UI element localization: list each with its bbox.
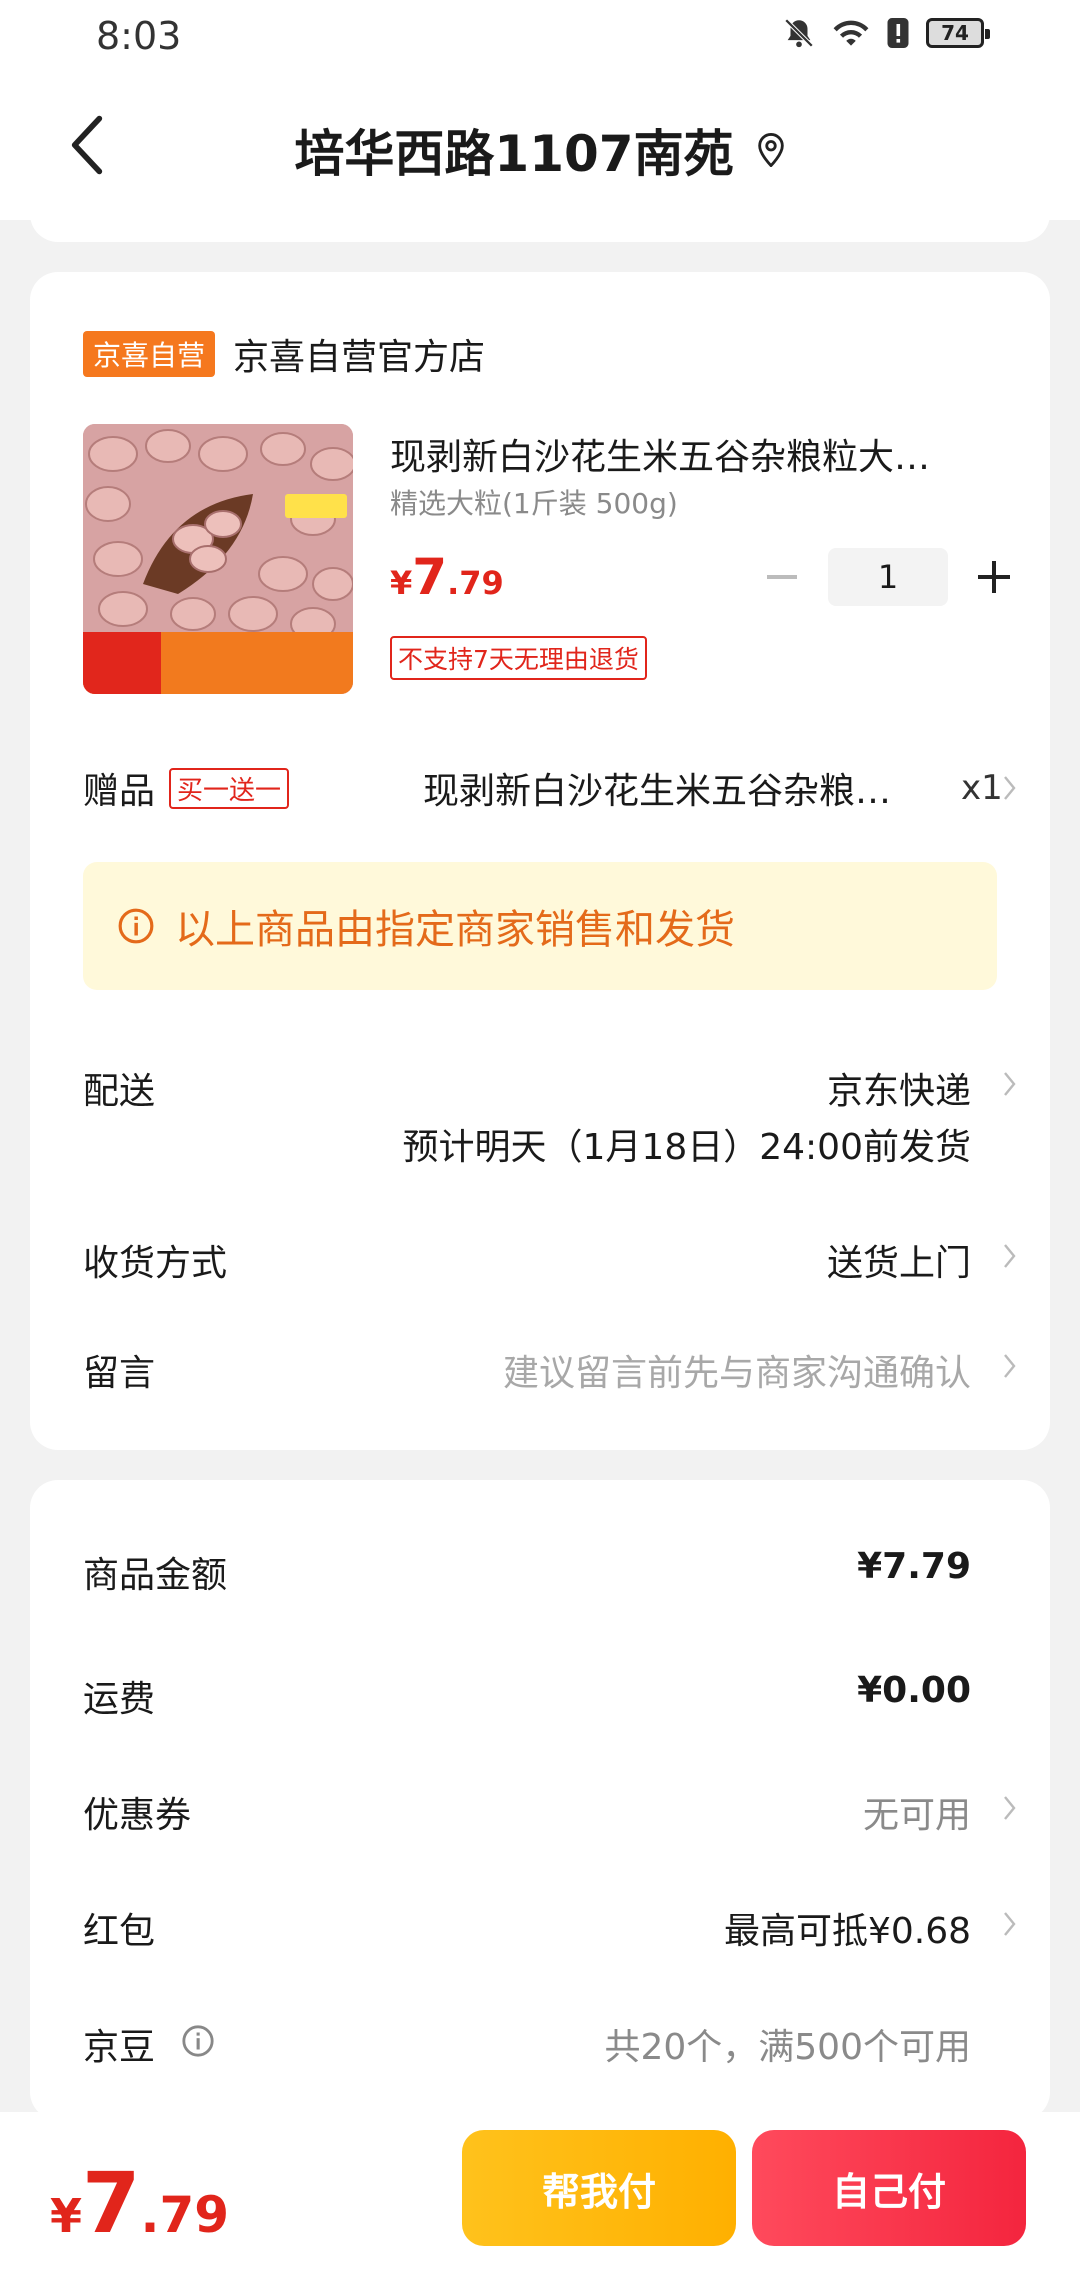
product-spec: 精选大粒(1斤装 500g) [390,487,678,520]
message-placeholder: 建议留言前先与商家沟通确认 [502,1353,971,1394]
status-icons: 74 [782,16,990,50]
price-decimal: .79 [447,564,504,602]
store-name: 京喜自营官方店 [233,337,486,378]
sim-alert-icon [886,16,910,50]
order-card: 京喜自营 京喜自营官方店 现剥新白沙花生米五谷杂粮粒大… 精选大粒(1斤装 50… [30,272,1050,1450]
shipping-row: 运费 ¥0.00 [83,1670,1023,1720]
page-title: 培华西路1107南苑 [294,125,734,183]
previous-card-edge [30,200,1050,242]
product-name[interactable]: 现剥新白沙花生米五谷杂粮粒大… [390,428,1010,480]
gift-tag: 买一送一 [169,767,290,809]
gift-row[interactable]: 赠品 买一送一 现剥新白沙花生米五谷杂粮… x1 [83,758,1023,818]
product-price: ¥ 7 .79 [390,548,504,606]
coupon-value: 无可用 [862,1795,971,1836]
help-me-pay-button[interactable]: 帮我付 [462,2130,736,2246]
product-image[interactable] [83,424,353,694]
red-packet-value: 最高可抵¥0.68 [723,1911,971,1952]
thumb-free-shipping-badge [83,632,161,694]
total-currency: ¥ [50,2189,83,2243]
checkout-bar: ¥ 7 .79 帮我付 自己付 [0,2112,1080,2280]
message-row[interactable]: 留言 建议留言前先与商家沟通确认 [83,1344,1023,1394]
store-badge: 京喜自营 [83,331,216,377]
header: 培华西路1107南苑 [0,74,1080,220]
gift-label: 赠品 [83,771,156,812]
coupon-label: 优惠券 [83,1795,192,1836]
total-integer: 7 [82,2154,141,2252]
price-currency: ¥ [390,564,413,602]
red-packet-row[interactable]: 红包 最高可抵¥0.68 [83,1902,1023,1952]
jingdou-label: 京豆 [83,2027,156,2068]
quantity-value[interactable]: 1 [828,548,948,606]
status-time: 8:03 [96,14,182,58]
status-bar: 8:03 74 [0,0,1080,74]
pay-myself-button[interactable]: 自己付 [752,2130,1026,2246]
notice-text: 以上商品由指定商家销售和发货 [175,907,735,953]
no-return-badge: 不支持7天无理由退货 [390,636,647,680]
chevron-right-icon [995,1236,1023,1276]
message-label: 留言 [83,1353,156,1394]
receive-label: 收货方式 [83,1243,228,1284]
receive-method-row[interactable]: 收货方式 送货上门 [83,1234,1023,1284]
merchant-notice: 以上商品由指定商家销售和发货 [83,862,997,990]
goods-amount-label: 商品金额 [83,1555,228,1596]
info-icon [118,908,154,944]
red-packet-label: 红包 [83,1911,156,1952]
goods-amount-row: 商品金额 ¥7.79 [83,1546,1023,1596]
jingdou-row: 京豆 共20个，满500个可用 [83,2018,1023,2068]
address-title[interactable]: 培华西路1107南苑 [0,114,1080,186]
plus-icon [978,561,1010,593]
shipping-value: ¥0.00 [857,1670,971,1711]
delivery-eta: 预计明天（1月18日）24:00前发货 [402,1127,971,1168]
mute-bell-icon [782,16,816,50]
buy-one-get-one-sticker [285,494,347,518]
quantity-stepper: 1 [754,548,1022,606]
goods-amount-value: ¥7.79 [857,1546,971,1587]
receive-value: 送货上门 [826,1243,971,1284]
chevron-right-icon [995,1788,1023,1828]
minus-icon [767,575,797,579]
battery-icon: 74 [926,18,990,48]
wifi-icon [832,16,870,50]
store-row[interactable]: 京喜自营 京喜自营官方店 [83,328,485,380]
delivery-value: 京东快递 [826,1071,971,1112]
delivery-row[interactable]: 配送 京东快递 预计明天（1月18日）24:00前发货 [83,1062,1023,1172]
summary-card: 商品金额 ¥7.79 运费 ¥0.00 优惠券 无可用 红包 最高可抵¥0.68… [30,1480,1050,2120]
price-integer: 7 [412,548,448,606]
total-price: ¥ 7 .79 [50,2154,229,2252]
decrease-button[interactable] [754,548,810,606]
jingdou-value: 共20个，满500个可用 [604,2027,971,2068]
chevron-right-icon [995,1064,1023,1104]
chevron-right-icon [995,1346,1023,1386]
shipping-label: 运费 [83,1679,156,1720]
chevron-right-icon [995,768,1023,808]
delivery-label: 配送 [83,1071,156,1112]
increase-button[interactable] [966,548,1022,606]
jingdou-info-icon[interactable] [181,2024,215,2062]
location-pin-icon [757,133,784,167]
coupon-row[interactable]: 优惠券 无可用 [83,1786,1023,1836]
total-decimal: .79 [140,2186,230,2244]
gift-name: 现剥新白沙花生米五谷杂粮… [423,771,892,812]
chevron-right-icon [995,1904,1023,1944]
